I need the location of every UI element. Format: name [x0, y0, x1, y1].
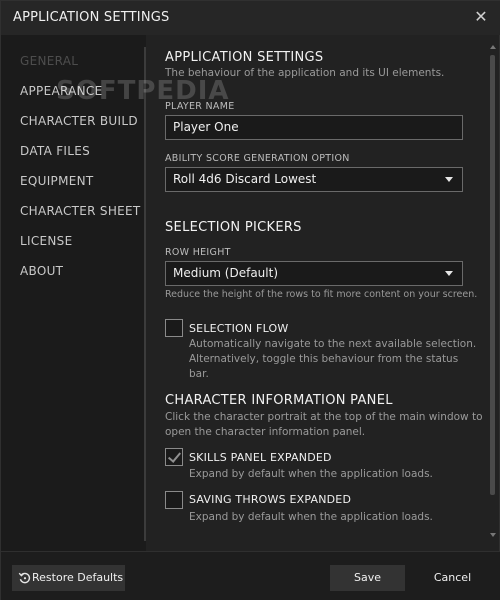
sidebar-item-equipment[interactable]: EQUIPMENT: [20, 174, 94, 188]
close-icon[interactable]: ✕: [471, 7, 491, 27]
saving-throws-desc: Expand by default when the application l…: [189, 511, 433, 523]
save-button[interactable]: Save: [330, 565, 405, 591]
section-heading-selection-pickers: SELECTION PICKERS: [165, 220, 302, 235]
selection-flow-checkbox[interactable]: [165, 319, 183, 337]
settings-window: APPLICATION SETTINGS ✕ GENERAL APPEARANC…: [0, 0, 500, 600]
saving-throws-checkbox[interactable]: [165, 491, 183, 509]
ability-score-select[interactable]: Roll 4d6 Discard Lowest: [165, 167, 463, 192]
dialog-footer: Restore Defaults Save Cancel: [1, 551, 500, 600]
title-bar: APPLICATION SETTINGS ✕: [1, 1, 500, 35]
section-heading-character-info: CHARACTER INFORMATION PANEL: [165, 393, 393, 408]
settings-content: APPLICATION SETTINGS The behaviour of th…: [146, 35, 486, 551]
selection-flow-desc-1: Automatically navigate to the next avail…: [189, 338, 477, 350]
scroll-down-icon[interactable]: [490, 533, 496, 537]
saving-throws-label: SAVING THROWS EXPANDED: [189, 493, 352, 506]
row-height-select[interactable]: Medium (Default): [165, 261, 463, 286]
window-title: APPLICATION SETTINGS: [13, 10, 170, 25]
scrollbar-thumb[interactable]: [490, 55, 495, 495]
row-height-value: Medium (Default): [173, 266, 279, 280]
restore-defaults-button[interactable]: Restore Defaults: [12, 565, 125, 591]
sidebar-item-character-sheet[interactable]: CHARACTER SHEET: [20, 204, 141, 218]
sidebar-item-about[interactable]: ABOUT: [20, 264, 63, 278]
chevron-down-icon: [445, 177, 453, 182]
skills-panel-label: SKILLS PANEL EXPANDED: [189, 451, 332, 464]
character-info-desc-2: open the character information panel.: [165, 426, 366, 438]
skills-panel-checkbox[interactable]: [165, 448, 183, 466]
character-info-desc-1: Click the character portrait at the top …: [165, 411, 483, 423]
row-height-label: ROW HEIGHT: [165, 247, 231, 258]
ability-score-label: ABILITY SCORE GENERATION OPTION: [165, 153, 350, 164]
ability-score-value: Roll 4d6 Discard Lowest: [173, 172, 317, 186]
restore-defaults-label: Restore Defaults: [32, 571, 124, 584]
chevron-down-icon: [445, 271, 453, 276]
cancel-button[interactable]: Cancel: [415, 565, 490, 591]
scroll-up-icon[interactable]: [490, 45, 496, 49]
softpedia-watermark: SOFTPEDIA: [56, 76, 230, 106]
selection-flow-label: SELECTION FLOW: [189, 322, 289, 335]
settings-sidebar: GENERAL APPEARANCE CHARACTER BUILD DATA …: [1, 35, 146, 551]
selection-flow-desc-2: Alternatively, toggle this behaviour fro…: [189, 353, 459, 380]
sidebar-item-license[interactable]: LICENSE: [20, 234, 72, 248]
sidebar-item-data-files[interactable]: DATA FILES: [20, 144, 90, 158]
skills-panel-desc: Expand by default when the application l…: [189, 468, 433, 480]
sidebar-item-general[interactable]: GENERAL: [20, 54, 78, 68]
row-height-hint: Reduce the height of the rows to fit mor…: [165, 289, 478, 300]
sidebar-item-character-build[interactable]: CHARACTER BUILD: [20, 114, 138, 128]
player-name-input[interactable]: Player One: [165, 115, 463, 140]
section-heading-application-settings: APPLICATION SETTINGS: [165, 50, 324, 65]
content-scrollbar[interactable]: [487, 35, 499, 551]
restore-icon: [18, 572, 31, 584]
